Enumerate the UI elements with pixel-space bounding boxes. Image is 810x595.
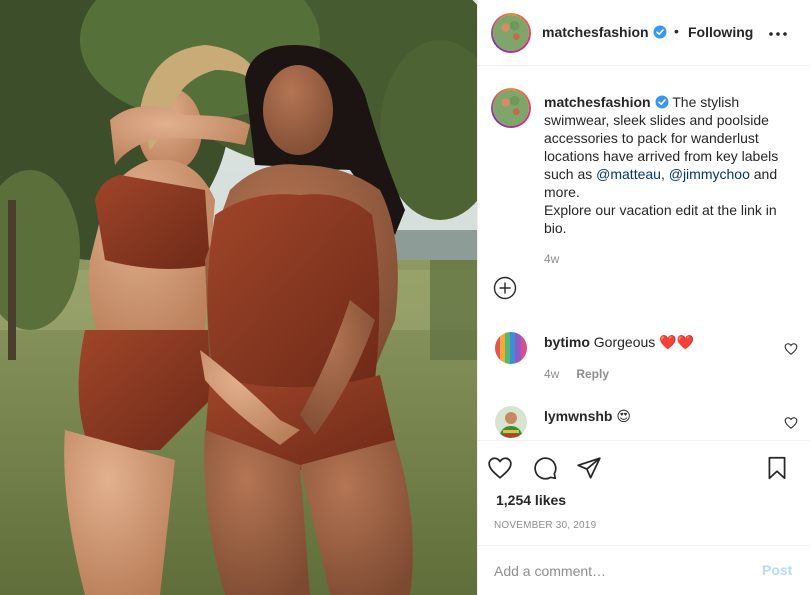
load-more-comments-icon[interactable] [493,276,517,300]
comment-timestamp[interactable]: 4w [544,367,559,381]
comment-text: lymwnshb 😍 [544,408,631,425]
caption-timestamp[interactable]: 4w [544,252,559,266]
caption-username[interactable]: matchesfashion [544,94,651,110]
commenter-avatar[interactable] [495,406,527,438]
bookmark-icon[interactable] [764,455,790,481]
comment-icon[interactable] [532,455,558,481]
caption-author-avatar[interactable] [491,88,531,128]
comment-input[interactable] [494,560,744,582]
mention-jimmychoo[interactable]: @jimmychoo [669,166,750,182]
heart-icon[interactable] [487,455,513,481]
post-date[interactable]: NOVEMBER 30, 2019 [494,520,596,531]
likes-count[interactable]: 1,254 likes [496,492,566,508]
like-comment-heart-icon[interactable] [784,416,798,430]
author-avatar[interactable] [491,13,531,53]
commenter-avatar[interactable] [495,332,527,364]
author-username[interactable]: matchesfashion [542,24,667,40]
paper-plane-icon[interactable] [576,455,602,481]
comments-section[interactable]: matchesfashion The stylish swimwear, sle… [478,66,810,440]
verified-badge-icon [653,25,667,39]
add-comment-bar: Post [478,545,810,595]
commenter-username[interactable]: bytimo [544,334,590,350]
caption-cta: Explore our vacation edit at the link in… [544,202,777,236]
post-photo[interactable] [0,0,477,595]
comment-body: Gorgeous ❤️❤️ [593,334,695,350]
post-caption: matchesfashion The stylish swimwear, sle… [544,93,800,237]
like-comment-heart-icon[interactable] [784,342,798,356]
comment-meta: 4w Reply [544,367,609,381]
following-button[interactable]: Following [688,24,753,40]
separator-dot: • [674,23,679,39]
verified-badge-icon [655,95,669,109]
comment-body: 😍 [616,408,631,424]
post-photo-image [0,0,477,595]
post-comment-button[interactable]: Post [762,562,792,578]
mention-matteau[interactable]: @matteau [596,166,661,182]
comment-text: bytimo Gorgeous ❤️❤️ [544,334,694,351]
commenter-username[interactable]: lymwnshb [544,408,612,424]
reply-button[interactable]: Reply [576,367,609,381]
more-options-icon[interactable] [769,32,787,36]
post-actions: 1,254 likes NOVEMBER 30, 2019 [478,440,810,545]
post-panel: matchesfashion • Following matchesfashio… [477,0,810,595]
post-header: matchesfashion • Following [478,0,810,66]
caption-separator: , [660,166,669,182]
